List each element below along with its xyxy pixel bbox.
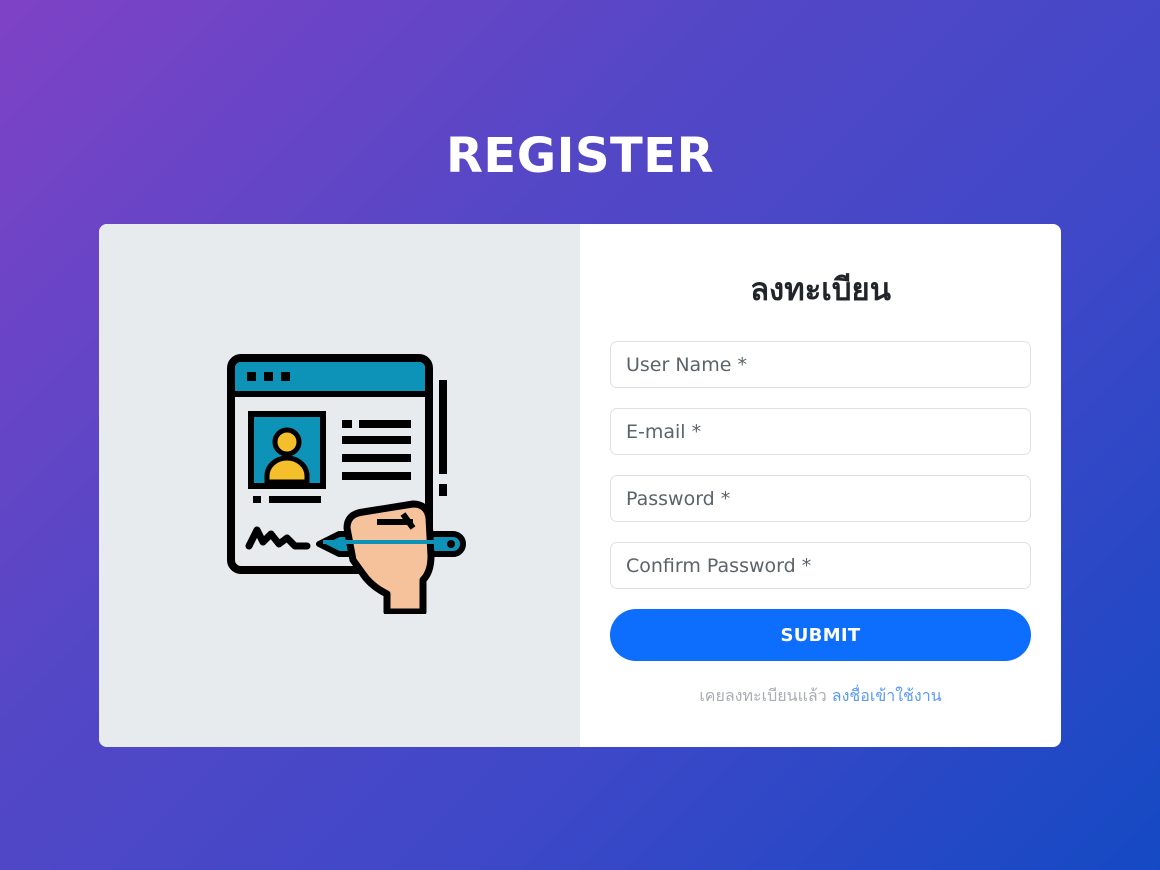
- login-prompt: เคยลงทะเบียนแล้ว ลงชื่อเข้าใช้งาน: [580, 684, 1061, 709]
- username-input[interactable]: [610, 341, 1031, 388]
- register-card: ลงทะเบียน SUBMIT เคยลงทะเบียนแล้ว ลงชื่อ…: [99, 224, 1061, 747]
- form-title: ลงทะเบียน: [750, 272, 891, 308]
- submit-button[interactable]: SUBMIT: [610, 609, 1031, 661]
- login-prompt-text: เคยลงทะเบียนแล้ว: [699, 686, 827, 705]
- password-input[interactable]: [610, 475, 1031, 522]
- form-panel: ลงทะเบียน SUBMIT เคยลงทะเบียนแล้ว ลงชื่อ…: [580, 224, 1061, 747]
- login-link[interactable]: ลงชื่อเข้าใช้งาน: [832, 686, 942, 705]
- page-title: REGISTER: [445, 128, 715, 184]
- email-input[interactable]: [610, 408, 1031, 455]
- illustration-panel: [99, 224, 580, 747]
- register-form-signature-icon: [227, 354, 466, 614]
- confirm-password-input[interactable]: [610, 542, 1031, 589]
